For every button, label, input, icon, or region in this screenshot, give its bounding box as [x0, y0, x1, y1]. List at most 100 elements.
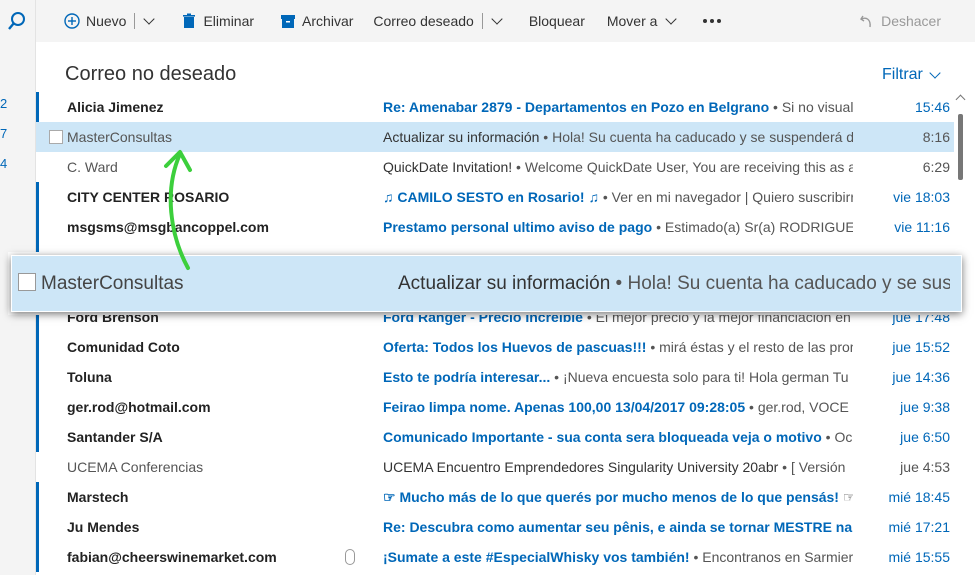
message-time: 8:16	[922, 129, 950, 145]
divider	[481, 13, 483, 29]
scrollbar-thumb[interactable]	[958, 114, 963, 180]
move-to-label: Mover a	[606, 13, 658, 29]
message-time: 15:46	[914, 99, 950, 115]
filter-button[interactable]: Filtrar	[882, 66, 941, 84]
message-subject: Comunicado Importante - sua conta sera b…	[383, 429, 822, 445]
message-row[interactable]: Alicia Jimenez Re: Amenabar 2879 - Depart…	[36, 92, 954, 122]
message-subject: Prestamo personal ultimo aviso de pago	[383, 219, 653, 235]
message-row[interactable]: Comunidad Coto Oferta: Todos los Huevos d…	[36, 332, 954, 362]
archive-icon	[281, 15, 296, 28]
more-icon	[703, 19, 722, 23]
message-subject: ¡Sumate a este #EspecialWhisky vos tambi…	[383, 549, 690, 565]
message-preview: • ger.rod, VOCE F	[745, 399, 853, 415]
message-preview: • Welcome QuickDate User, You are receiv…	[512, 159, 853, 175]
message-time: jue 6:50	[900, 429, 950, 445]
not-junk-button[interactable]: Correo deseado	[361, 0, 510, 42]
message-preview: • mirá éstas y el resto de las prom	[646, 339, 853, 355]
trash-icon	[183, 13, 196, 28]
command-bar: Nuevo Eliminar Archivar Correo deseado B…	[36, 0, 975, 42]
message-preview: • ¡Nueva encuesta solo para ti! Hola ger…	[550, 369, 849, 385]
message-preview: • Ver en mi navegador | Quiero suscribir…	[599, 189, 853, 205]
message-sender: ger.rod@hotmail.com	[67, 399, 211, 415]
delete-button[interactable]: Eliminar	[163, 0, 262, 42]
message-preview: • Si no visualiza	[773, 99, 853, 115]
message-line: Actualizar su información • Hola! Su cue…	[398, 273, 950, 295]
not-junk-label: Correo deseado	[373, 13, 474, 29]
message-sender: Ju Mendes	[67, 519, 140, 535]
more-button[interactable]	[685, 0, 729, 42]
divider	[134, 13, 136, 29]
chevron-down-icon[interactable]	[491, 13, 503, 25]
message-checkbox[interactable]	[18, 273, 36, 291]
message-row[interactable]: Ju Mendes Re: Descubra como aumentar seu …	[36, 512, 954, 542]
message-preview: • [ Versión	[778, 459, 846, 475]
search-icon[interactable]	[6, 10, 28, 32]
undo-button[interactable]: Deshacer	[851, 0, 949, 42]
block-label: Bloquear	[528, 13, 585, 29]
chevron-down-icon[interactable]	[143, 13, 156, 25]
message-line: ¡Sumate a este #EspecialWhisky vos tambi…	[383, 549, 853, 565]
message-line: Re: Amenabar 2879 - Departamentos en Poz…	[383, 99, 853, 115]
message-time: jue 14:36	[892, 369, 950, 385]
message-subject: Actualizar su información	[383, 129, 540, 145]
message-line: Actualizar su información • Hola! Su cue…	[383, 129, 853, 145]
chevron-down-icon	[929, 67, 941, 79]
message-subject: QuickDate Invitation!	[383, 159, 513, 175]
message-time: vie 18:03	[893, 189, 950, 205]
message-sender: Comunidad Coto	[67, 339, 180, 355]
new-button[interactable]: Nuevo	[36, 0, 163, 42]
folder-count[interactable]: 7	[0, 126, 7, 141]
message-subject: Actualizar su información	[398, 272, 611, 294]
message-time: mié 18:45	[888, 489, 950, 505]
message-line: Re: Descubra como aumentar seu pênis, e …	[383, 519, 853, 535]
filter-label: Filtrar	[882, 66, 923, 83]
scroll-up-icon[interactable]	[955, 94, 966, 105]
message-row[interactable]: fabian@cheerswinemarket.com ¡Sumate a est…	[36, 542, 954, 572]
message-row[interactable]: ger.rod@hotmail.com Feirao limpa nome. Ap…	[36, 392, 954, 422]
folder-title: Correo no deseado	[65, 63, 237, 85]
message-line: Comunicado Importante - sua conta sera b…	[383, 429, 853, 445]
archive-button[interactable]: Archivar	[262, 0, 361, 42]
message-sender: Toluna	[67, 369, 112, 385]
message-line: QuickDate Invitation! • Welcome QuickDat…	[383, 159, 853, 175]
undo-icon	[860, 15, 871, 28]
attachment-icon	[345, 549, 355, 565]
message-line: Oferta: Todos los Huevos de pascuas!!! •…	[383, 339, 853, 355]
message-preview: ☞	[842, 488, 853, 505]
message-preview: • Hola! Su cuenta ha caducado y se suspe…	[539, 129, 853, 145]
message-row[interactable]: Santander S/A Comunicado Importante - sua…	[36, 422, 954, 452]
move-to-button[interactable]: Mover a	[593, 0, 686, 42]
message-preview: • Estimado(a) Sr(a) RODRIGUEZ	[652, 219, 853, 235]
message-checkbox[interactable]	[49, 130, 63, 144]
green-arrow-icon	[164, 150, 192, 270]
message-preview: • Oc	[821, 429, 853, 445]
folder-count[interactable]: 2	[0, 96, 7, 111]
block-button[interactable]: Bloquear	[511, 0, 593, 42]
message-subject: Feirao limpa nome. Apenas 100,00 13/04/2…	[383, 399, 746, 415]
message-subject: Re: Descubra como aumentar seu pênis, e …	[383, 519, 853, 535]
message-preview: • Encontranos en Sarmier	[689, 549, 853, 565]
message-sender: Marstech	[67, 489, 129, 505]
plus-circle-icon	[64, 13, 80, 29]
message-sender: Santander S/A	[67, 429, 163, 445]
message-time: mié 17:21	[888, 519, 950, 535]
message-line: Feirao limpa nome. Apenas 100,00 13/04/2…	[383, 399, 853, 415]
undo-label: Deshacer	[881, 13, 941, 29]
message-line: Prestamo personal ultimo aviso de pago •…	[383, 219, 853, 235]
message-row[interactable]: Marstech ☞ Mucho más de lo que querés por…	[36, 482, 954, 512]
scrollbar[interactable]	[955, 92, 968, 575]
message-line: ♫ CAMILO SESTO en Rosario! ♫ • Ver en mi…	[383, 189, 853, 205]
message-subject: ♫ CAMILO SESTO en Rosario! ♫	[383, 189, 599, 205]
message-row[interactable]: Toluna Esto te podría interesar... • ¡Nue…	[36, 362, 954, 392]
message-row[interactable]: UCEMA Conferencias UCEMA Encuentro Empren…	[36, 452, 954, 482]
message-time: jue 9:38	[900, 399, 950, 415]
folder-count[interactable]: 4	[0, 156, 7, 171]
message-line: UCEMA Encuentro Emprendedores Singularit…	[383, 459, 853, 475]
message-time: 6:29	[922, 159, 950, 175]
message-subject: Esto te podría interesar...	[383, 369, 551, 385]
message-subject: ☞ Mucho más de lo que querés por mucho m…	[383, 488, 839, 505]
message-sender: fabian@cheerswinemarket.com	[67, 549, 277, 565]
message-subject: Re: Amenabar 2879 - Departamentos en Poz…	[383, 99, 770, 115]
new-label: Nuevo	[86, 13, 127, 29]
message-time: vie 11:16	[894, 219, 950, 235]
